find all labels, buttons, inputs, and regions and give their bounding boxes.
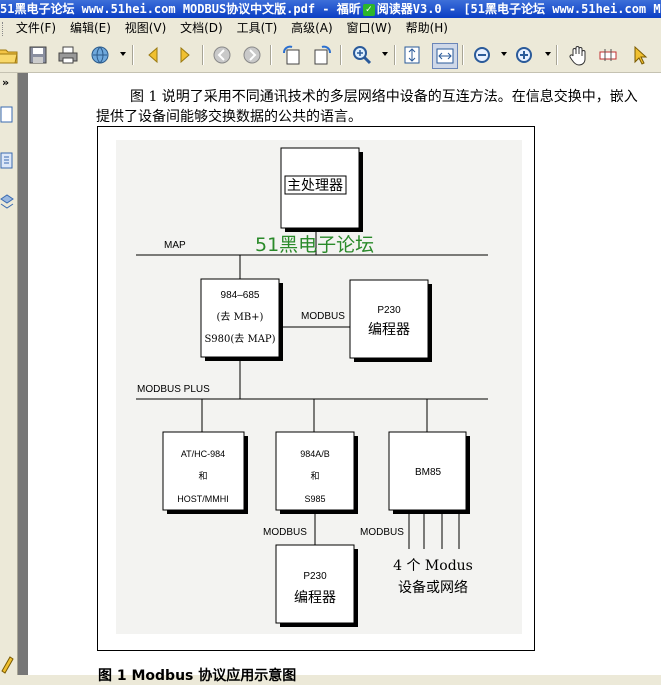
at-line-1: AT/HC-984 bbox=[181, 449, 225, 459]
modbus-bottom-left-label: MODBUS bbox=[263, 527, 307, 538]
bookmarks-panel-icon[interactable] bbox=[0, 149, 14, 173]
p230-bottom-box bbox=[275, 544, 355, 624]
previous-page-icon[interactable] bbox=[142, 43, 166, 67]
toolbar-separator bbox=[462, 45, 464, 65]
toolbar-separator bbox=[340, 45, 342, 65]
watermark-text: 51黑电子论坛 bbox=[255, 234, 374, 256]
zoom-in-tool-icon[interactable] bbox=[350, 43, 374, 67]
p230-top-box bbox=[349, 279, 429, 359]
menu-window[interactable]: 窗口(W) bbox=[342, 18, 397, 38]
web-globe-icon[interactable] bbox=[88, 43, 112, 67]
hand-tool-icon[interactable] bbox=[566, 43, 590, 67]
figure-frame: 主处理器 MAP 51黑电子论坛 984–685 (去 MB+) S980(去 … bbox=[97, 126, 535, 651]
fit-width-icon[interactable] bbox=[432, 43, 458, 69]
page-shadow-edge bbox=[18, 73, 28, 675]
collapse-panel-icon[interactable]: » bbox=[2, 76, 9, 89]
toolbar bbox=[0, 38, 661, 73]
web-dropdown-arrow[interactable] bbox=[120, 52, 126, 56]
print-icon[interactable] bbox=[56, 43, 80, 67]
at-line-2: 和 bbox=[198, 471, 207, 481]
pages-panel-icon[interactable] bbox=[0, 103, 14, 127]
window-title: 51黑电子论坛 www.51hei.com MODBUS协议中文版.pdf - … bbox=[0, 2, 661, 16]
modus-line-1: 4 个 Modus bbox=[393, 558, 473, 574]
paragraph-line-2: 提供了设备间能够交换数据的公共的语言。 bbox=[96, 109, 362, 125]
zoom-tool-dropdown-arrow[interactable] bbox=[382, 52, 388, 56]
bm85-label: BM85 bbox=[415, 467, 442, 478]
network-diagram: 主处理器 MAP 51黑电子论坛 984–685 (去 MB+) S980(去 … bbox=[136, 147, 488, 627]
n984ab-line-3: S985 bbox=[304, 494, 325, 504]
verified-check-icon: ✓ bbox=[362, 3, 375, 16]
p230-bottom-line-2: 编程器 bbox=[294, 590, 336, 606]
menu-help[interactable]: 帮助(H) bbox=[401, 18, 453, 38]
figure-caption: 图 1 Modbus 协议应用示意图 bbox=[98, 668, 297, 684]
select-text-icon[interactable] bbox=[596, 43, 620, 67]
p230-top-line-1: P230 bbox=[377, 305, 401, 316]
menu-advanced[interactable]: 高级(A) bbox=[286, 18, 338, 38]
node-984-line-2: (去 MB+) bbox=[217, 311, 264, 323]
toolbar-separator bbox=[132, 45, 134, 65]
modbus-plus-label: MODBUS PLUS bbox=[137, 384, 210, 395]
pointer-tool-icon[interactable] bbox=[628, 43, 652, 67]
zoom-out-icon[interactable] bbox=[470, 43, 494, 67]
rotate-left-icon[interactable] bbox=[280, 43, 304, 67]
toolbar-separator bbox=[202, 45, 204, 65]
menu-document[interactable]: 文档(D) bbox=[175, 18, 228, 38]
menu-edit[interactable]: 编辑(E) bbox=[65, 18, 116, 38]
layers-panel-icon[interactable] bbox=[0, 191, 14, 215]
node-984-line-1: 984–685 bbox=[221, 290, 260, 301]
node-984-line-3: S980(去 MAP) bbox=[204, 333, 275, 345]
p230-bottom-line-1: P230 bbox=[303, 571, 327, 582]
menu-view[interactable]: 视图(V) bbox=[120, 18, 172, 38]
navigation-side-panel: » bbox=[0, 73, 18, 675]
n984ab-line-2: 和 bbox=[310, 471, 319, 481]
open-folder-icon[interactable] bbox=[0, 43, 20, 67]
main-processor-label: 主处理器 bbox=[287, 178, 343, 194]
zoom-in-dropdown-arrow[interactable] bbox=[545, 52, 551, 56]
p230-top-line-2: 编程器 bbox=[368, 322, 410, 338]
menu-grip bbox=[2, 21, 7, 36]
attachments-panel-icon[interactable] bbox=[0, 651, 14, 675]
zoom-in-icon[interactable] bbox=[512, 43, 536, 67]
toolbar-separator bbox=[556, 45, 558, 65]
rotate-right-icon[interactable] bbox=[310, 43, 334, 67]
modbus-bottom-right-label: MODBUS bbox=[360, 527, 404, 538]
menu-tools[interactable]: 工具(T) bbox=[232, 18, 283, 38]
modus-line-2: 设备或网络 bbox=[398, 579, 468, 596]
save-icon[interactable] bbox=[26, 43, 50, 67]
zoom-out-dropdown-arrow[interactable] bbox=[501, 52, 507, 56]
at-line-3: HOST/MMHI bbox=[177, 494, 229, 504]
window-title-bar[interactable]: 51黑电子论坛 www.51hei.com MODBUS协议中文版.pdf - … bbox=[0, 0, 661, 18]
modbus-link-label: MODBUS bbox=[301, 311, 345, 322]
fit-page-icon[interactable] bbox=[400, 43, 424, 67]
toolbar-separator bbox=[394, 45, 396, 65]
menu-bar: 文件(F) 编辑(E) 视图(V) 文档(D) 工具(T) 高级(A) 窗口(W… bbox=[0, 18, 661, 38]
forward-icon[interactable] bbox=[240, 43, 264, 67]
next-page-icon[interactable] bbox=[172, 43, 196, 67]
n984ab-line-1: 984A/B bbox=[300, 449, 330, 459]
back-icon[interactable] bbox=[210, 43, 234, 67]
pdf-page: 图 1 说明了采用不同通讯技术的多层网络中设备的互连方法。在信息交换中，嵌入 提… bbox=[28, 73, 661, 684]
map-label: MAP bbox=[164, 240, 186, 251]
paragraph-line-1: 图 1 说明了采用不同通讯技术的多层网络中设备的互连方法。在信息交换中，嵌入 bbox=[130, 89, 638, 105]
menu-file[interactable]: 文件(F) bbox=[11, 18, 61, 38]
toolbar-separator bbox=[270, 45, 272, 65]
